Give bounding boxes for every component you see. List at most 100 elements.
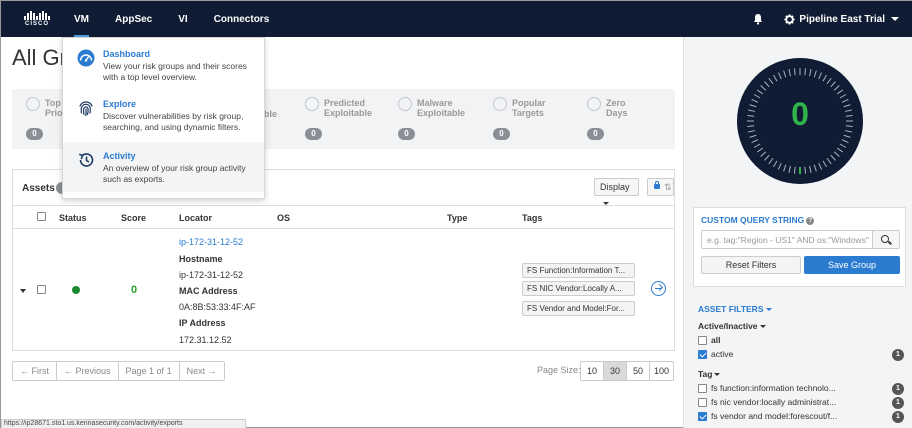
locator-link[interactable]: ip-172-31-12-52 bbox=[179, 237, 243, 247]
search-icon bbox=[881, 235, 889, 243]
help-icon[interactable]: ? bbox=[806, 216, 815, 225]
column-status[interactable]: Status bbox=[59, 213, 87, 223]
gauge-tick bbox=[833, 85, 840, 91]
row-checkbox[interactable] bbox=[37, 285, 46, 294]
stat-label: Zero Days bbox=[606, 98, 628, 118]
gauge-tick bbox=[783, 70, 787, 78]
next-page-button[interactable]: Next → bbox=[180, 362, 224, 380]
filter-label: all bbox=[711, 335, 721, 345]
gear-icon[interactable] bbox=[784, 13, 795, 25]
gauge-value: 0 bbox=[791, 96, 809, 132]
filter-checkbox[interactable] bbox=[698, 336, 707, 345]
menu-item-description: Discover vulnerabilities by risk group, … bbox=[103, 111, 244, 132]
menu-item-explore[interactable]: Explore Discover vulnerabilities by risk… bbox=[63, 90, 264, 140]
arrow-right-circle-icon[interactable] bbox=[651, 281, 666, 296]
assets-title: Assets bbox=[22, 183, 55, 194]
filter-checkbox[interactable] bbox=[698, 398, 707, 407]
column-tags[interactable]: Tags bbox=[522, 213, 542, 223]
active-inactive-group[interactable]: Active/Inactive bbox=[698, 321, 766, 331]
ip-value: 172.31.12.52 bbox=[179, 335, 232, 345]
page-size-10[interactable]: 10 bbox=[581, 362, 604, 380]
tag-function[interactable]: FS Function:Information T... bbox=[522, 263, 635, 278]
cisco-logo[interactable]: CISCO bbox=[15, 11, 59, 27]
gauge-tick bbox=[760, 85, 767, 91]
display-button[interactable]: Display bbox=[594, 178, 639, 206]
page-size-30[interactable]: 30 bbox=[604, 362, 627, 380]
speedometer-icon bbox=[77, 49, 95, 67]
filter-option-tag-nic-vendor[interactable]: fs nic vendor:locally administrat... 1 bbox=[698, 397, 904, 409]
flag-icon bbox=[26, 97, 40, 111]
tenant-name[interactable]: Pipeline East Trial bbox=[799, 14, 885, 25]
browser-status-url: https://ip28671.sto1.us.kennasecurity.co… bbox=[1, 419, 246, 428]
gauge-tick bbox=[830, 81, 836, 88]
gauge-tick bbox=[813, 70, 817, 78]
nav-vi[interactable]: VI bbox=[165, 1, 200, 37]
gauge-tick bbox=[751, 139, 759, 144]
right-panel: 0 CUSTOM QUERY STRING? Reset Filters Sav… bbox=[683, 37, 912, 428]
first-page-button[interactable]: ← First bbox=[13, 362, 57, 380]
gauge-tick bbox=[830, 154, 836, 161]
chevron-down-icon[interactable] bbox=[891, 17, 899, 21]
asset-filters-title[interactable]: ASSET FILTERS bbox=[698, 304, 772, 314]
target-icon bbox=[493, 97, 507, 111]
tag-vendor-model[interactable]: FS Vendor and Model:For... bbox=[522, 301, 635, 316]
page-size-50[interactable]: 50 bbox=[627, 362, 650, 380]
table-header: Status Score Locator OS Type Tags bbox=[13, 205, 674, 229]
menu-item-activity[interactable]: Activity An overview of your risk group … bbox=[63, 142, 264, 192]
gauge-tick bbox=[756, 89, 764, 95]
gauge-tick bbox=[749, 134, 757, 138]
page-size-selector: 10 30 50 100 bbox=[580, 361, 674, 381]
filter-checkbox[interactable] bbox=[698, 384, 707, 393]
gauge-tick bbox=[788, 165, 791, 173]
nav-connectors[interactable]: Connectors bbox=[201, 1, 283, 37]
column-os[interactable]: OS bbox=[277, 213, 290, 223]
filter-option-active[interactable]: active 1 bbox=[698, 349, 904, 361]
gauge-tick bbox=[839, 143, 847, 148]
stat-label: Top Prio bbox=[45, 98, 63, 118]
gauge-tick bbox=[841, 139, 849, 144]
menu-item-dashboard[interactable]: Dashboard View your risk groups and thei… bbox=[63, 40, 264, 90]
filter-checkbox[interactable] bbox=[698, 412, 707, 421]
save-group-button[interactable]: Save Group bbox=[804, 256, 900, 274]
nav-appsec[interactable]: AppSec bbox=[102, 1, 165, 37]
menu-item-description: An overview of your risk group activity … bbox=[103, 163, 246, 184]
tag-group[interactable]: Tag bbox=[698, 369, 721, 379]
gauge-tick bbox=[777, 162, 782, 170]
gauge-tick bbox=[773, 74, 778, 82]
filter-option-all[interactable]: all bbox=[698, 335, 904, 347]
vm-dropdown-menu: Dashboard View your risk groups and thei… bbox=[62, 37, 265, 199]
gauge-tick bbox=[768, 77, 774, 85]
reset-filters-button[interactable]: Reset Filters bbox=[701, 256, 801, 274]
filter-label: fs function:information technolo... bbox=[711, 383, 836, 393]
search-button[interactable] bbox=[873, 230, 900, 249]
column-score[interactable]: Score bbox=[121, 213, 146, 223]
gauge-tick bbox=[818, 72, 823, 80]
custom-query-input[interactable] bbox=[701, 230, 873, 249]
cisco-logo-icon bbox=[24, 11, 50, 20]
page-size-100[interactable]: 100 bbox=[650, 362, 673, 380]
previous-page-button[interactable]: ← Previous bbox=[57, 362, 119, 380]
bell-icon[interactable] bbox=[752, 13, 764, 25]
nav-vm[interactable]: VM bbox=[61, 1, 102, 37]
filter-checkbox[interactable] bbox=[698, 350, 707, 359]
page-title: All Gr bbox=[12, 45, 67, 70]
gauge-tick bbox=[843, 134, 851, 138]
hostname-value: ip-172-31-12-52 bbox=[179, 270, 244, 280]
column-locator[interactable]: Locator bbox=[179, 213, 212, 223]
menu-item-title: Activity bbox=[103, 151, 136, 161]
select-all-checkbox[interactable] bbox=[37, 212, 46, 221]
logo-text: CISCO bbox=[24, 21, 49, 27]
menu-item-title: Explore bbox=[103, 99, 137, 109]
lock-sort-button[interactable]: ⇅ bbox=[647, 178, 674, 196]
expand-row-icon[interactable] bbox=[20, 289, 26, 293]
stat-label: Malware Exploitable bbox=[417, 98, 466, 118]
gauge-tick bbox=[813, 164, 817, 172]
gauge-tick bbox=[826, 77, 832, 85]
filter-option-tag-function[interactable]: fs function:information technolo... 1 bbox=[698, 383, 904, 395]
filter-option-tag-vendor-model[interactable]: fs vendor and model:forescout/f... 1 bbox=[698, 411, 904, 423]
tag-nic-vendor[interactable]: FS NIC Vendor:Locally A... bbox=[522, 281, 635, 296]
gauge-tick bbox=[822, 74, 827, 82]
nav-right: Pipeline East Trial bbox=[752, 1, 912, 37]
column-type[interactable]: Type bbox=[447, 213, 467, 223]
filter-count: 1 bbox=[892, 411, 904, 423]
